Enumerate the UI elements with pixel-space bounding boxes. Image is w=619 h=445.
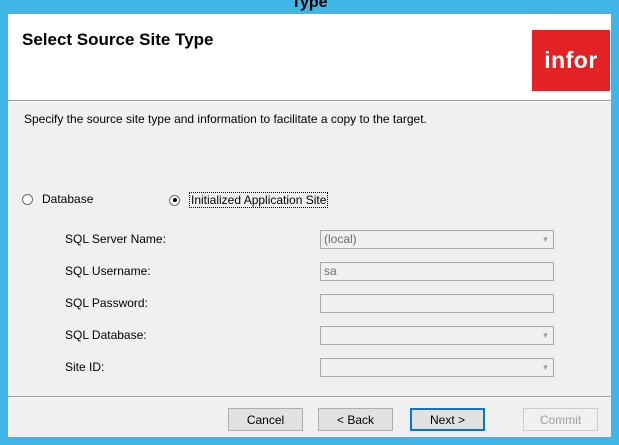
- radio-database-label: Database: [42, 192, 94, 206]
- sql-server-name-value: (local): [324, 232, 357, 246]
- sql-password-label: SQL Password:: [65, 296, 148, 310]
- sql-database-label: SQL Database:: [65, 328, 147, 342]
- sql-server-name-label: SQL Server Name:: [65, 232, 166, 246]
- next-button[interactable]: Next >: [410, 408, 485, 431]
- infor-logo: infor: [532, 30, 610, 91]
- chevron-down-icon[interactable]: ▼: [538, 231, 553, 248]
- site-id-label: Site ID:: [65, 360, 105, 374]
- site-id-combo[interactable]: ▼: [320, 358, 554, 377]
- commit-button[interactable]: Commit: [523, 408, 598, 431]
- back-button[interactable]: < Back: [318, 408, 393, 431]
- sql-server-name-combo[interactable]: (local) ▼: [320, 230, 554, 249]
- logo-text: infor: [544, 47, 598, 73]
- window-title-strip: Type: [0, 0, 619, 14]
- sql-username-input[interactable]: sa: [320, 262, 554, 281]
- footer-panel: Cancel < Back Next > Commit: [8, 398, 611, 437]
- window-title: Type: [291, 0, 328, 11]
- radio-initialized-application-site[interactable]: Initialized Application Site: [169, 192, 329, 208]
- cancel-button[interactable]: Cancel: [228, 408, 303, 431]
- chevron-down-icon[interactable]: ▼: [538, 359, 553, 376]
- page-title: Select Source Site Type: [22, 30, 214, 49]
- sql-username-value: sa: [324, 264, 337, 278]
- header-panel: Select Source Site Type infor: [8, 14, 611, 100]
- radio-database[interactable]: Database: [22, 192, 93, 206]
- sql-username-label: SQL Username:: [65, 264, 151, 278]
- description-text: Specify the source site type and informa…: [24, 112, 427, 126]
- radio-button-icon[interactable]: [22, 193, 33, 205]
- content-panel: Specify the source site type and informa…: [8, 102, 611, 396]
- sql-password-input[interactable]: [320, 294, 554, 313]
- sql-database-combo[interactable]: ▼: [320, 326, 554, 345]
- chevron-down-icon[interactable]: ▼: [538, 327, 553, 344]
- radio-button-icon[interactable]: [169, 194, 180, 206]
- radio-initialized-application-site-label: Initialized Application Site: [189, 192, 329, 208]
